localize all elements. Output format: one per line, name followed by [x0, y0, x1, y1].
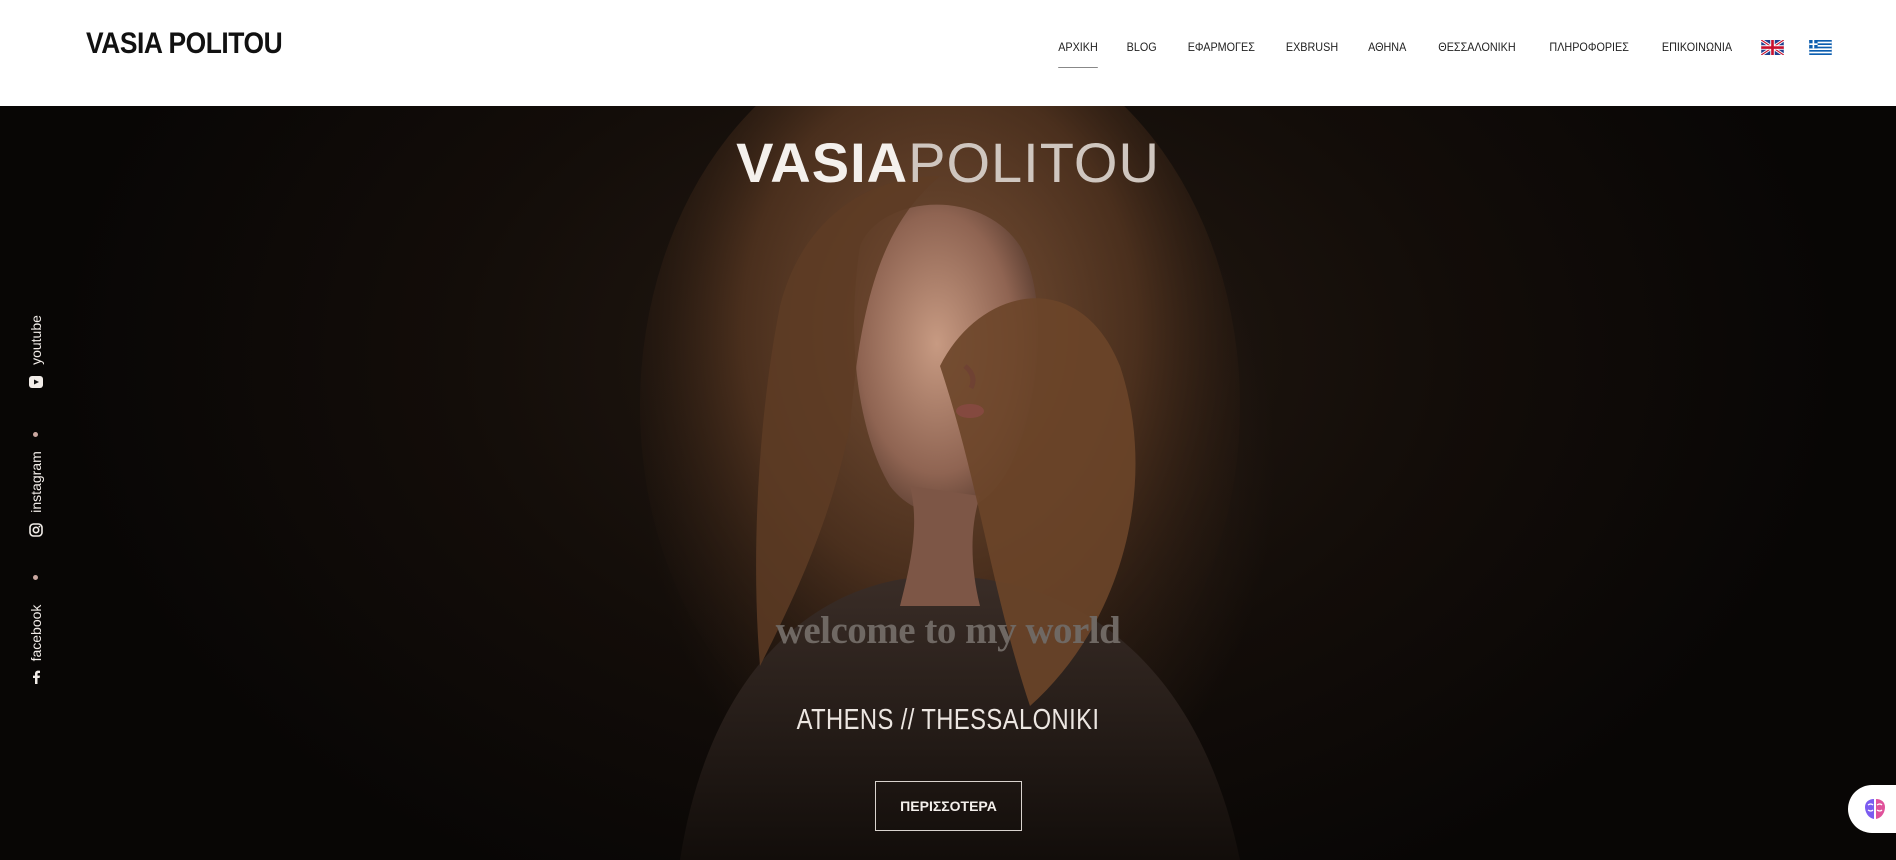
hero-section: VASIAPOLITOU welcome to my world ATHENS …: [0, 106, 1896, 860]
instagram-label: instagram: [28, 451, 44, 513]
hero-tagline: welcome to my world: [775, 609, 1121, 652]
nav-item-blog[interactable]: BLOG: [1127, 40, 1157, 54]
nav-item-applications[interactable]: ΕΦΑΡΜΟΓΕΣ: [1187, 40, 1254, 54]
nav-item-information[interactable]: ΠΛΗΡΟΦΟΡΙΕΣ: [1549, 40, 1629, 54]
facebook-label: facebook: [28, 604, 44, 662]
youtube-label: youtube: [28, 315, 44, 365]
facebook-link[interactable]: facebook: [24, 584, 48, 704]
main-nav: ΑΡΧΙΚΗ BLOG ΕΦΑΡΜΟΓΕΣ EXBRUSH ΑΘΗΝΑ ΘΕΣΣ…: [1031, 0, 1896, 94]
nav-item-thessaloniki[interactable]: ΘΕΣΣΑΛΟΝΙΚΗ: [1438, 40, 1515, 54]
accessibility-widget-button[interactable]: [1848, 785, 1896, 833]
facebook-icon: [30, 670, 42, 685]
brain-icon: [1865, 799, 1885, 819]
nav-item-contact[interactable]: ΕΠΙΚΟΙΝΩΝΙΑ: [1662, 40, 1732, 54]
hero-logo: VASIAPOLITOU: [0, 130, 1896, 195]
hero-logo-bold: VASIA: [736, 131, 909, 194]
youtube-icon: [29, 375, 43, 389]
hero-portrait-image: [640, 106, 1240, 860]
hero-logo-light: POLITOU: [908, 131, 1160, 194]
hero-cities: ATHENS // THESSALONIKI: [796, 704, 1100, 736]
instagram-icon: [29, 522, 43, 537]
social-separator-dot: [33, 575, 38, 580]
greek-flag-icon[interactable]: [1809, 39, 1832, 55]
uk-flag-icon[interactable]: [1761, 39, 1784, 55]
nav-item-home[interactable]: ΑΡΧΙΚΗ: [1058, 40, 1099, 68]
nav-item-athens[interactable]: ΑΘΗΝΑ: [1368, 40, 1406, 54]
site-logo[interactable]: VASIA POLITOU: [86, 27, 283, 61]
nav-item-exbrush[interactable]: EXBRUSH: [1286, 40, 1338, 54]
instagram-link[interactable]: instagram: [24, 434, 48, 554]
site-header: VASIA POLITOU ΑΡΧΙΚΗ BLOG ΕΦΑΡΜΟΓΕΣ EXBR…: [0, 0, 1896, 106]
more-button[interactable]: ΠΕΡΙΣΣΟΤΕΡΑ: [875, 781, 1022, 831]
youtube-link[interactable]: youtube: [24, 292, 48, 412]
